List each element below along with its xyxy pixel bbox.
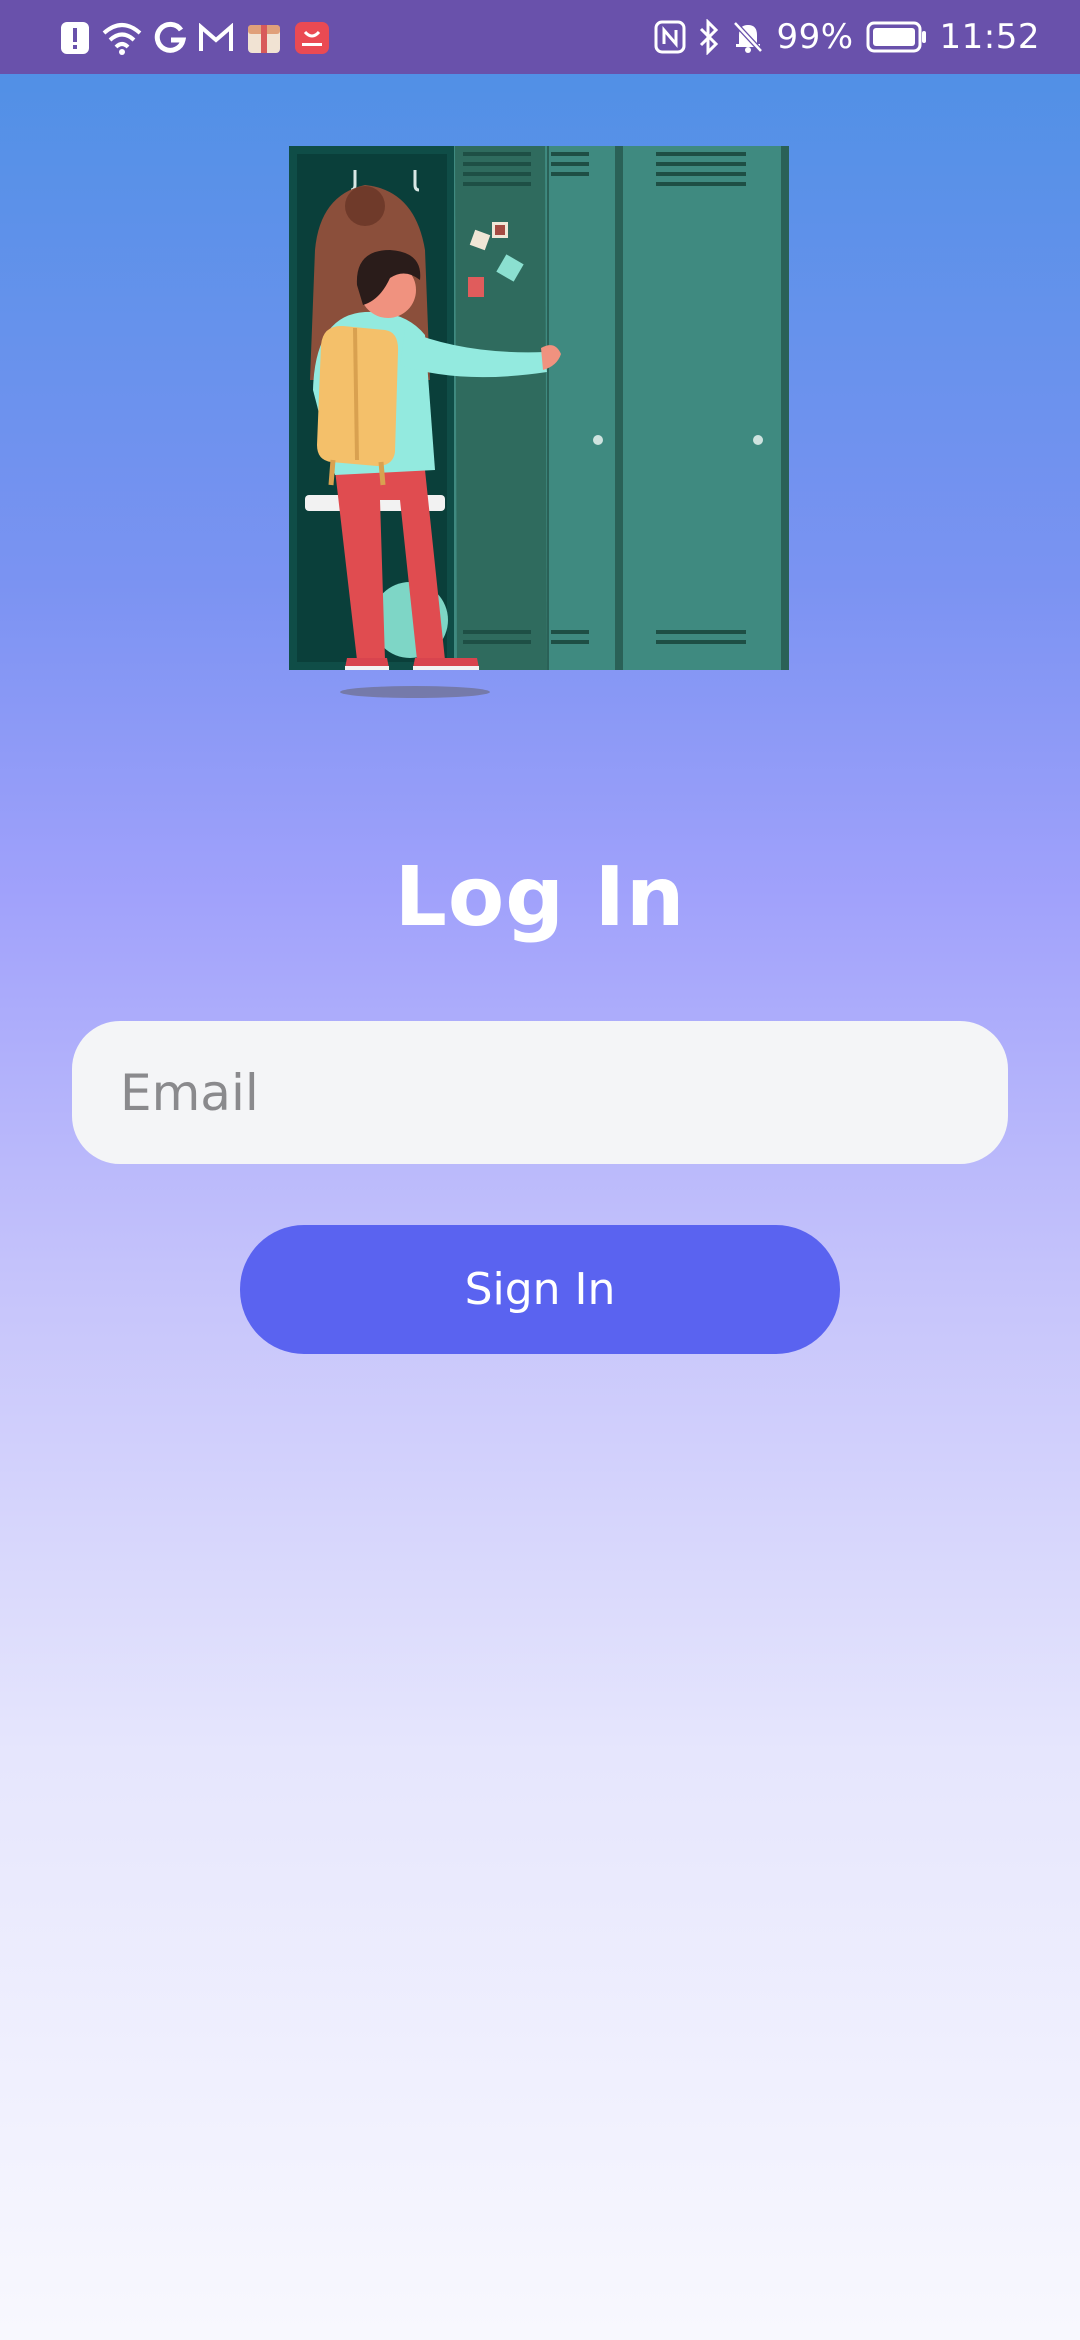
gmail-icon bbox=[198, 23, 234, 53]
alert-icon bbox=[60, 21, 90, 55]
login-screen: 99% 11:52 Log In Email Sign In bbox=[0, 0, 1080, 2340]
wifi-icon bbox=[102, 21, 142, 55]
status-bar-left bbox=[60, 18, 330, 58]
google-icon bbox=[154, 21, 186, 55]
clock: 11:52 bbox=[939, 17, 1040, 57]
gift-box-icon bbox=[246, 21, 282, 55]
sign-in-button[interactable]: Sign In bbox=[240, 1225, 840, 1354]
bluetooth-icon bbox=[698, 19, 720, 55]
huawei-app-icon bbox=[294, 21, 330, 55]
battery-icon bbox=[866, 20, 928, 54]
status-bar-right: 99% 11:52 bbox=[654, 14, 1040, 60]
mute-bell-icon bbox=[732, 20, 764, 54]
battery-percent: 99% bbox=[776, 17, 854, 57]
student-at-locker-illustration bbox=[285, 140, 795, 700]
page-title: Log In bbox=[394, 850, 686, 945]
email-field[interactable] bbox=[72, 1021, 1008, 1164]
nfc-icon bbox=[654, 20, 686, 54]
status-bar: 99% 11:52 bbox=[0, 0, 1080, 74]
